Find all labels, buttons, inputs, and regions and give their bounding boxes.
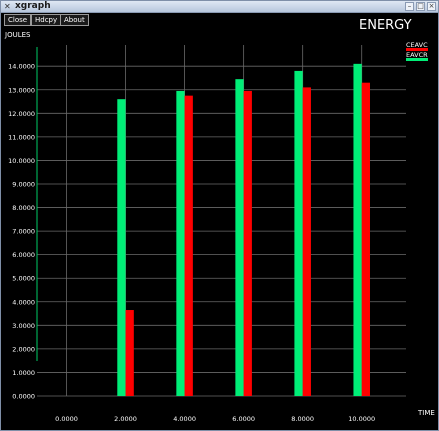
x-tick-labels: 0.0000 2.0000 4.0000 6.0000 8.0000 10.0000 [55, 415, 375, 423]
y-axis-label: JOULES [4, 31, 31, 39]
grid-lines [36, 45, 406, 397]
legend-swatch [406, 58, 428, 61]
bar-ceavc [125, 310, 134, 396]
bar-ceavc [243, 90, 252, 396]
x-tick-label: 8.0000 [291, 415, 314, 423]
y-tick-label: 3.0000 [12, 322, 35, 330]
x-tick-label: 2.0000 [114, 415, 137, 423]
chart-title: ENERGY [359, 18, 412, 33]
legend-label: EAVCR [406, 51, 428, 59]
y-tick-label: 5.0000 [12, 275, 35, 283]
xgraph-window: ✕ xgraph – □ × Close Hdcpy About 0.0000 1… [0, 0, 439, 431]
x-axis-label: TIME [417, 409, 435, 417]
y-tick-label: 10.0000 [8, 157, 35, 165]
y-tick-label: 13.0000 [8, 86, 35, 94]
x-tick-label: 0.0000 [55, 415, 78, 423]
bar-eavcr [235, 79, 244, 396]
y-tick-label: 14.0000 [8, 63, 35, 71]
x-tick-label: 10.0000 [348, 415, 375, 423]
y-tick-label: 0.0000 [12, 393, 35, 401]
energy-chart: 0.0000 1.0000 2.0000 3.0000 4.0000 5.0000 6.00… [4, 18, 435, 423]
y-tick-labels: 0.0000 1.0000 2.0000 3.0000 4.0000 5.0000 6.00… [8, 63, 35, 401]
y-tick-label: 6.0000 [12, 251, 35, 259]
x-tick-label: 6.0000 [232, 415, 255, 423]
bar-eavcr [294, 70, 303, 396]
y-tick-label: 7.0000 [12, 228, 35, 236]
y-tick-label: 2.0000 [12, 345, 35, 353]
y-tick-label: 11.0000 [8, 133, 35, 141]
y-tick-label: 8.0000 [12, 204, 35, 212]
bar-ceavc [184, 95, 193, 397]
y-tick-label: 9.0000 [12, 180, 35, 188]
bar-ceavc [361, 82, 370, 396]
bar-ceavc [302, 87, 311, 397]
y-tick-label: 4.0000 [12, 298, 35, 306]
y-tick-label: 1.0000 [12, 369, 35, 377]
legend-label: CEAVC [406, 41, 428, 49]
x-tick-label: 4.0000 [173, 415, 196, 423]
legend: CEAVC EAVCR [406, 41, 428, 61]
bar-eavcr [353, 63, 362, 396]
y-tick-label: 12.0000 [8, 110, 35, 118]
bar-eavcr [117, 99, 126, 396]
bar-eavcr [176, 90, 185, 396]
